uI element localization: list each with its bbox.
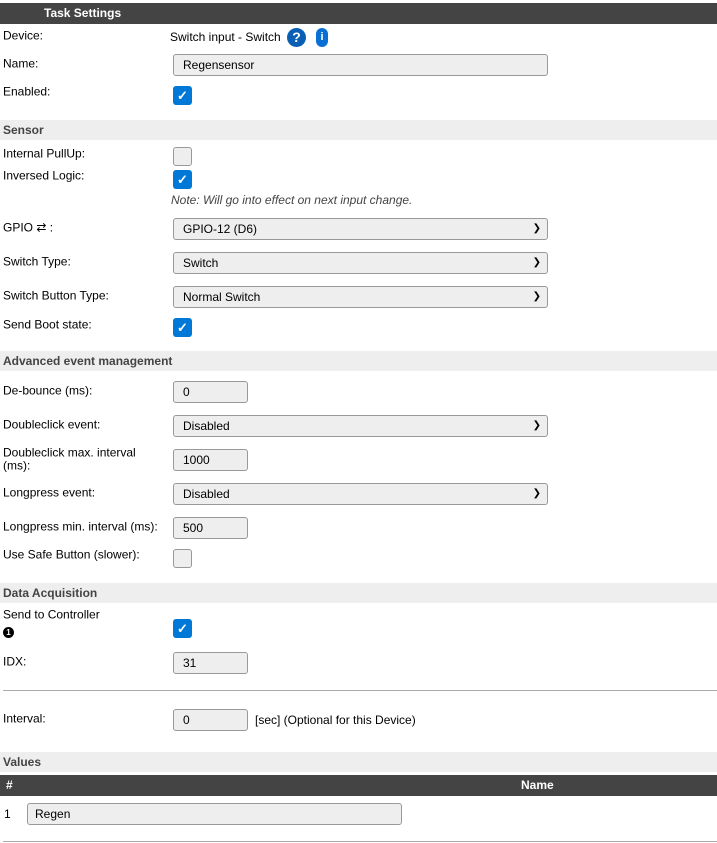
debounce-label: De-bounce (ms): <box>3 383 93 398</box>
chevron-down-icon: ❯ <box>532 420 541 431</box>
longpress-interval-input[interactable]: 500 <box>173 517 248 539</box>
pullup-checkbox[interactable] <box>173 147 192 166</box>
name-label: Name: <box>3 56 39 71</box>
interval-suffix: [sec] (Optional for this Device) <box>255 713 416 727</box>
longpress-label: Longpress event: <box>3 485 96 500</box>
switch-type-label: Switch Type: <box>3 254 71 269</box>
dblclick-select[interactable]: Disabled ❯ <box>173 415 548 437</box>
button-type-select[interactable]: Normal Switch ❯ <box>173 286 548 308</box>
gpio-select[interactable]: GPIO-12 (D6) ❯ <box>173 218 548 240</box>
button-type-value: Normal Switch <box>183 290 261 304</box>
inversed-label: Inversed Logic: <box>3 168 85 183</box>
enabled-checkbox[interactable]: ✓ <box>173 86 192 105</box>
chevron-down-icon: ❯ <box>532 223 541 234</box>
device-value: Switch input - Switch <box>170 30 281 44</box>
inversed-note: Note: Will go into effect on next input … <box>171 193 413 207</box>
col-name: Name <box>521 778 554 792</box>
gpio-value: GPIO-12 (D6) <box>183 222 258 236</box>
name-input[interactable]: Regensensor <box>173 54 548 76</box>
send-controller-label: Send to Controller <box>3 607 100 622</box>
section-data-acquisition: Data Acquisition <box>0 583 717 603</box>
section-values: Values <box>0 752 717 772</box>
button-type-label: Switch Button Type: <box>3 288 109 303</box>
pullup-label: Internal PullUp: <box>3 146 86 161</box>
boot-state-checkbox[interactable]: ✓ <box>173 318 192 337</box>
idx-label: IDX: <box>3 654 27 669</box>
chevron-down-icon: ❯ <box>532 488 541 499</box>
divider <box>3 690 717 691</box>
chevron-down-icon: ❯ <box>532 257 541 268</box>
value-name-input[interactable]: Regen <box>27 803 402 825</box>
safe-button-checkbox[interactable] <box>173 549 192 568</box>
info-icon[interactable]: i <box>316 28 328 47</box>
header-title: Task Settings <box>44 6 122 20</box>
debounce-input[interactable]: 0 <box>173 381 248 403</box>
section-advanced: Advanced event management <box>0 351 717 371</box>
task-settings-header: Task Settings <box>0 3 717 24</box>
enabled-label: Enabled: <box>3 84 51 99</box>
switch-type-select[interactable]: Switch ❯ <box>173 252 548 274</box>
safe-button-label: Use Safe Button (slower): <box>3 547 140 562</box>
gpio-label: GPIO ⇄ : <box>3 220 54 235</box>
controller-badge-icon: 1 <box>3 627 14 638</box>
dblclick-interval-label-unit: (ms): <box>3 458 31 473</box>
dblclick-label: Doubleclick event: <box>3 417 101 432</box>
value-num: 1 <box>4 807 11 821</box>
values-table-header: # Name <box>0 775 717 796</box>
send-controller-checkbox[interactable]: ✓ <box>173 619 192 638</box>
chevron-down-icon: ❯ <box>532 291 541 302</box>
inversed-checkbox[interactable]: ✓ <box>173 170 192 189</box>
help-icon[interactable]: ? <box>287 28 306 47</box>
divider <box>3 841 717 842</box>
longpress-interval-label: Longpress min. interval (ms): <box>3 519 158 534</box>
switch-type-value: Switch <box>183 256 219 270</box>
idx-input[interactable]: 31 <box>173 652 248 674</box>
interval-input[interactable]: 0 <box>173 709 248 731</box>
dblclick-interval-input[interactable]: 1000 <box>173 449 248 471</box>
longpress-value: Disabled <box>183 487 230 501</box>
device-label: Device: <box>3 28 44 43</box>
boot-state-label: Send Boot state: <box>3 317 92 332</box>
dblclick-value: Disabled <box>183 419 230 433</box>
interval-label: Interval: <box>3 711 46 726</box>
col-num: # <box>6 778 13 792</box>
longpress-select[interactable]: Disabled ❯ <box>173 483 548 505</box>
section-sensor: Sensor <box>0 120 717 140</box>
